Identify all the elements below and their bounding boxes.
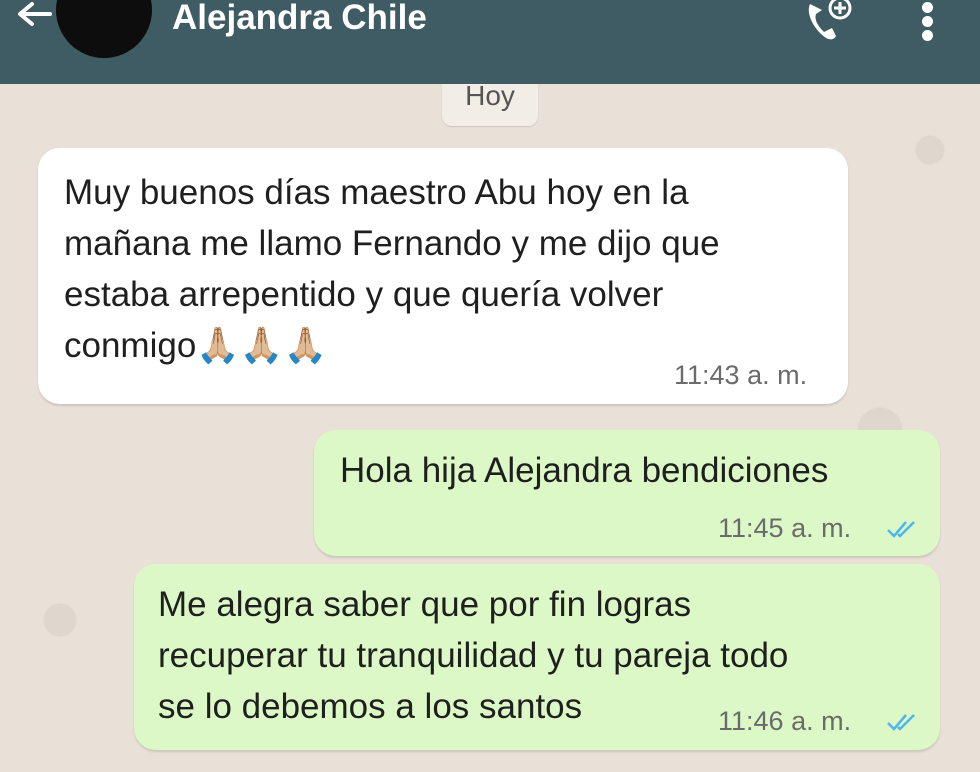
message-time: 11:43 a. m.: [674, 360, 808, 390]
dot-icon: [922, 2, 933, 13]
message-line: recuperar tu tranquilidad y tu pareja to…: [158, 636, 789, 675]
back-arrow-icon[interactable]: [14, 0, 54, 40]
message-line: estaba arrepentido y que quería volver: [64, 275, 664, 314]
read-receipt-icon: [887, 714, 915, 731]
message-bubble-incoming[interactable]: Muy buenos días maestro Abu hoy en la ma…: [38, 148, 848, 404]
message-line: mañana me llamo Fernando y me dijo que: [64, 224, 720, 263]
message-line: Me alegra saber que por fin logras: [158, 585, 692, 624]
chat-header: Alejandra Chile: [0, 0, 980, 84]
more-options-button[interactable]: [910, 0, 946, 44]
dot-icon: [922, 16, 933, 27]
read-receipt-icon: [887, 521, 915, 538]
message-line: conmigo🙏🏼🙏🏼🙏🏼: [64, 326, 328, 365]
date-separator: Hoy: [442, 82, 538, 126]
message-time: 11:45 a. m.: [718, 513, 852, 543]
message-bubble-outgoing[interactable]: Me alegra saber que por fin logras recup…: [134, 564, 940, 750]
message-line: Muy buenos días maestro Abu hoy en la: [64, 173, 689, 212]
dot-icon: [922, 30, 933, 41]
message-time: 11:46 a. m.: [718, 706, 852, 736]
add-call-button[interactable]: [796, 0, 854, 44]
add-call-icon: [808, 0, 852, 40]
message-bubble-outgoing[interactable]: Hola hija Alejandra bendiciones 11:45 a.…: [314, 430, 940, 556]
message-line: Hola hija Alejandra bendiciones: [340, 451, 829, 490]
contact-name[interactable]: Alejandra Chile: [172, 0, 427, 40]
avatar[interactable]: [56, 0, 152, 58]
message-line: se lo debemos a los santos: [158, 687, 583, 726]
